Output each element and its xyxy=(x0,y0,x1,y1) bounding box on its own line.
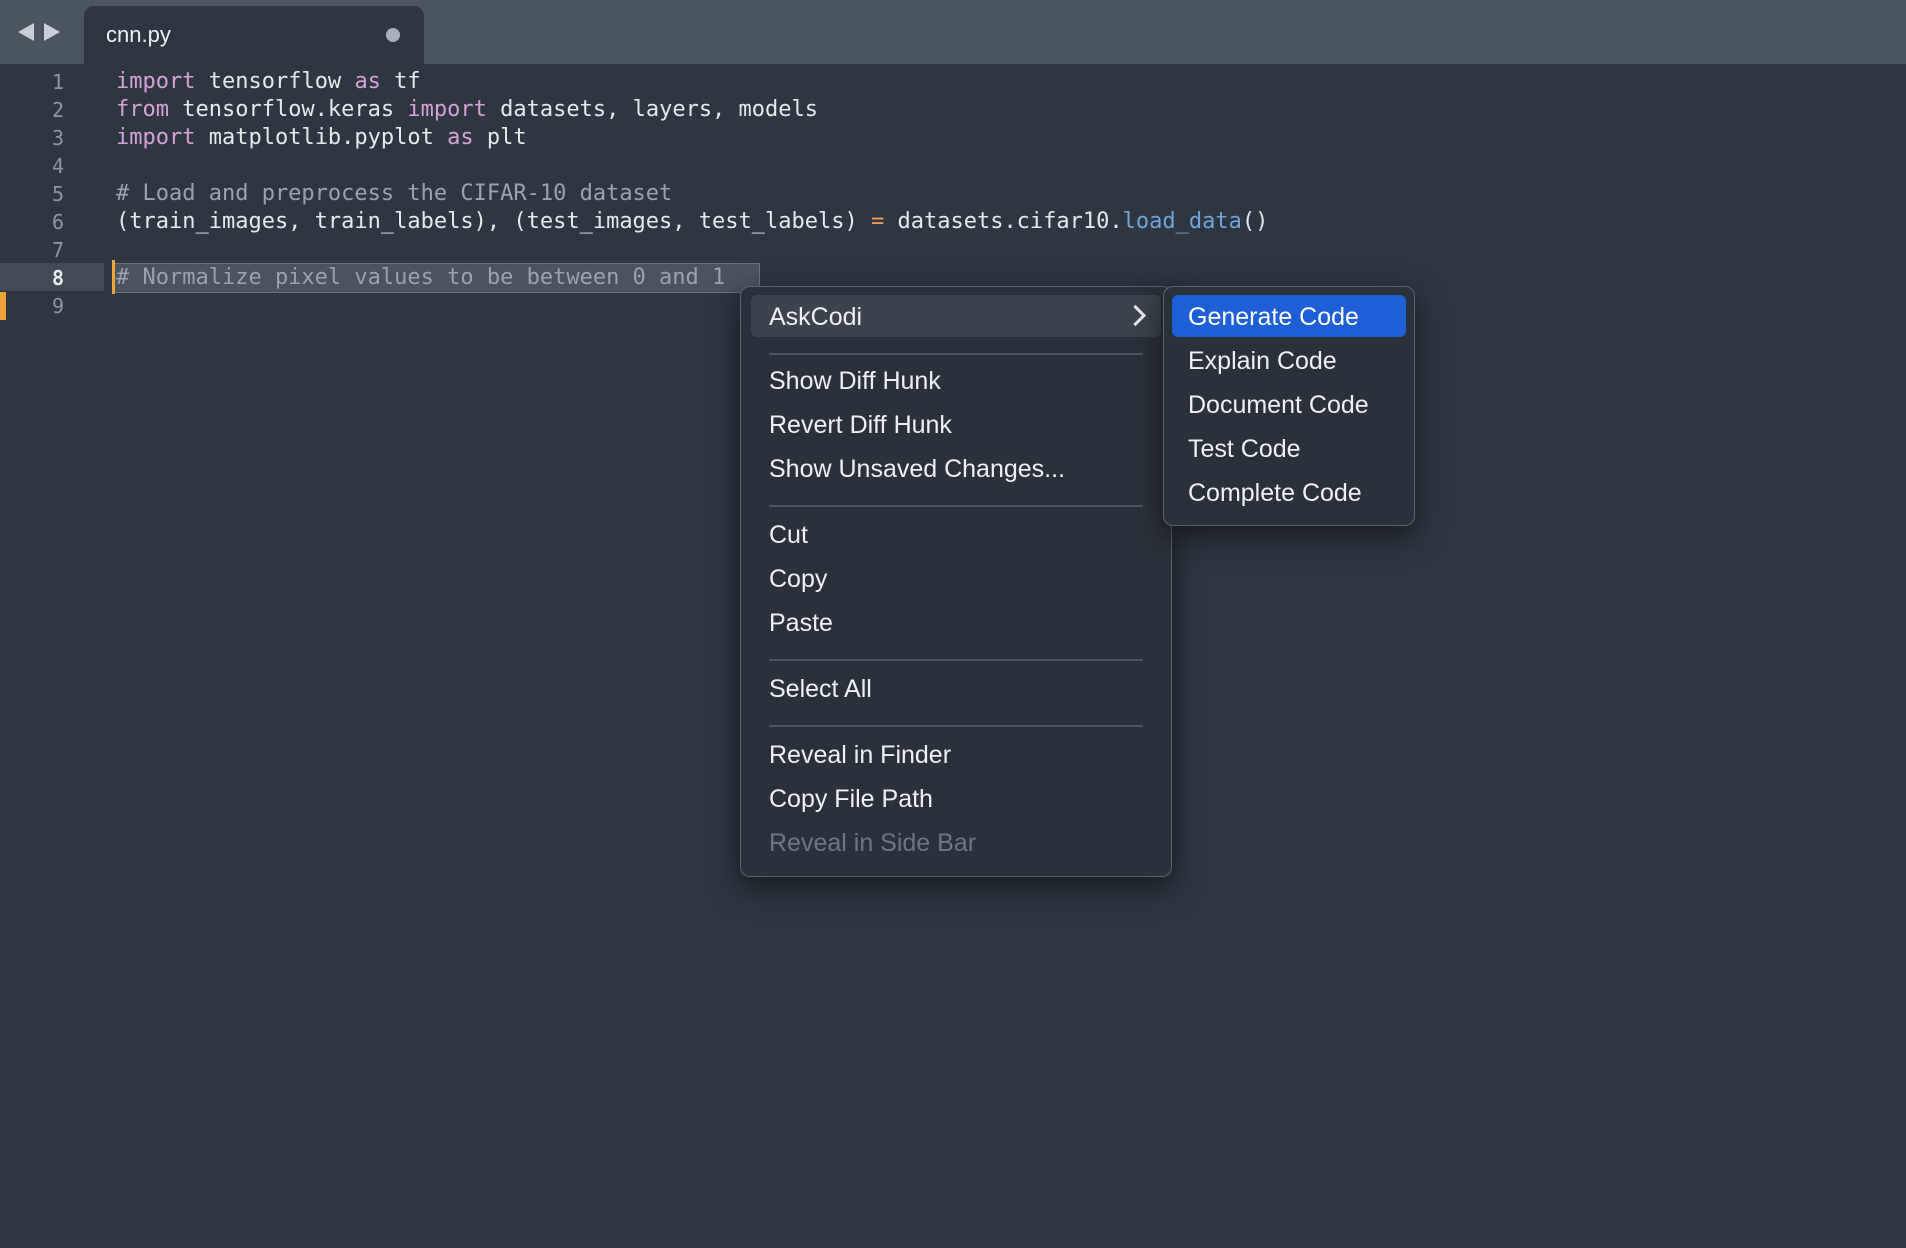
code-token: datasets.cifar10. xyxy=(884,209,1123,234)
line-number: 1 xyxy=(51,70,64,94)
menu-item-label: Copy xyxy=(769,565,828,593)
menu-item-label: Show Unsaved Changes... xyxy=(769,455,1066,483)
menu-item-show-diff-hunk[interactable]: Show Diff Hunk xyxy=(751,359,1161,401)
line-number: 3 xyxy=(51,126,64,150)
code-token: plt xyxy=(473,125,527,150)
menu-separator xyxy=(769,659,1143,661)
code-token: = xyxy=(870,209,885,234)
menu-item-label: Reveal in Finder xyxy=(769,741,952,769)
menu-item-copy-file-path[interactable]: Copy File Path xyxy=(751,777,1161,819)
code-token: matplotlib.pyplot xyxy=(195,125,448,150)
menu-item-label: Generate Code xyxy=(1188,303,1359,331)
menu-item-label: Revert Diff Hunk xyxy=(769,411,952,439)
menu-item-paste[interactable]: Paste xyxy=(751,601,1161,643)
submenu-item-complete-code[interactable]: Complete Code xyxy=(1172,471,1406,513)
code-token: import xyxy=(407,97,487,122)
menu-item-select-all[interactable]: Select All xyxy=(751,667,1161,709)
unsaved-dot-icon[interactable] xyxy=(386,28,400,42)
code-token: # Normalize pixel values to be between 0… xyxy=(116,265,726,290)
code-token: from xyxy=(116,97,169,122)
code-line[interactable]: (train_images, train_labels), (test_imag… xyxy=(116,208,1268,236)
code-token: load_data xyxy=(1122,209,1242,234)
menu-item-show-unsaved-changes[interactable]: Show Unsaved Changes... xyxy=(751,447,1161,489)
menu-item-label: Test Code xyxy=(1188,435,1301,463)
line-number: 2 xyxy=(51,98,64,122)
tab-title: cnn.py xyxy=(106,22,171,47)
menu-item-label: AskCodi xyxy=(769,303,863,331)
menu-item-label: Reveal in Side Bar xyxy=(769,829,977,857)
line-number: 6 xyxy=(51,210,64,234)
menu-item-copy[interactable]: Copy xyxy=(751,557,1161,599)
code-token: datasets, layers, models xyxy=(486,97,819,122)
menu-separator xyxy=(769,725,1143,727)
code-token: as xyxy=(447,125,474,150)
menu-item-label: Complete Code xyxy=(1188,479,1362,507)
code-token: tensorflow xyxy=(195,69,355,94)
submenu-item-test-code[interactable]: Test Code xyxy=(1172,427,1406,469)
menu-item-label: Show Diff Hunk xyxy=(769,367,941,395)
chevron-right-icon xyxy=(1124,304,1147,327)
code-token: tensorflow.keras xyxy=(168,97,408,122)
tab-cnn-py[interactable]: cnn.py xyxy=(84,6,424,64)
code-token: (train_images, train_labels), (test_imag… xyxy=(116,209,871,234)
back-arrow-icon[interactable] xyxy=(18,23,34,41)
code-line[interactable]: # Load and preprocess the CIFAR-10 datas… xyxy=(116,180,672,208)
menu-item-reveal-in-finder[interactable]: Reveal in Finder xyxy=(751,733,1161,775)
menu-item-askcodi[interactable]: AskCodi xyxy=(751,295,1161,337)
line-number: 9 xyxy=(51,294,64,318)
text-caret xyxy=(112,260,115,294)
line-number: 8 xyxy=(51,266,64,290)
line-number: 4 xyxy=(51,154,64,178)
context-menu: AskCodi Show Diff Hunk Revert Diff Hunk … xyxy=(740,286,1172,877)
submenu-item-document-code[interactable]: Document Code xyxy=(1172,383,1406,425)
line-number: 7 xyxy=(51,238,64,262)
menu-separator xyxy=(769,505,1143,507)
menu-item-cut[interactable]: Cut xyxy=(751,513,1161,555)
menu-item-label: Document Code xyxy=(1188,391,1369,419)
line-number: 5 xyxy=(51,182,64,206)
tab-bar: cnn.py xyxy=(0,0,1906,64)
menu-item-label: Explain Code xyxy=(1188,347,1337,375)
submenu-item-explain-code[interactable]: Explain Code xyxy=(1172,339,1406,381)
code-token: # Load and preprocess the CIFAR-10 datas… xyxy=(116,181,673,206)
code-token: () xyxy=(1241,209,1269,234)
code-token: import xyxy=(116,69,196,94)
menu-item-label: Select All xyxy=(769,675,872,703)
menu-item-reveal-in-side-bar: Reveal in Side Bar xyxy=(751,821,1161,863)
menu-item-label: Paste xyxy=(769,609,833,637)
code-line[interactable]: import tensorflow as tf xyxy=(116,68,421,96)
menu-separator xyxy=(769,353,1143,355)
forward-arrow-icon[interactable] xyxy=(44,23,60,41)
submenu-item-generate-code[interactable]: Generate Code xyxy=(1172,295,1406,337)
code-token: import xyxy=(116,125,196,150)
askcodi-submenu: Generate Code Explain Code Document Code… xyxy=(1163,286,1415,526)
code-line[interactable]: import matplotlib.pyplot as plt xyxy=(116,124,527,152)
code-token: tf xyxy=(380,69,421,94)
code-token: as xyxy=(354,69,381,94)
nav-arrows xyxy=(18,20,60,44)
menu-item-label: Cut xyxy=(769,521,808,549)
code-line[interactable]: from tensorflow.keras import datasets, l… xyxy=(116,96,818,124)
code-line[interactable]: # Normalize pixel values to be between 0… xyxy=(116,264,725,292)
menu-item-revert-diff-hunk[interactable]: Revert Diff Hunk xyxy=(751,403,1161,445)
menu-item-label: Copy File Path xyxy=(769,785,933,813)
